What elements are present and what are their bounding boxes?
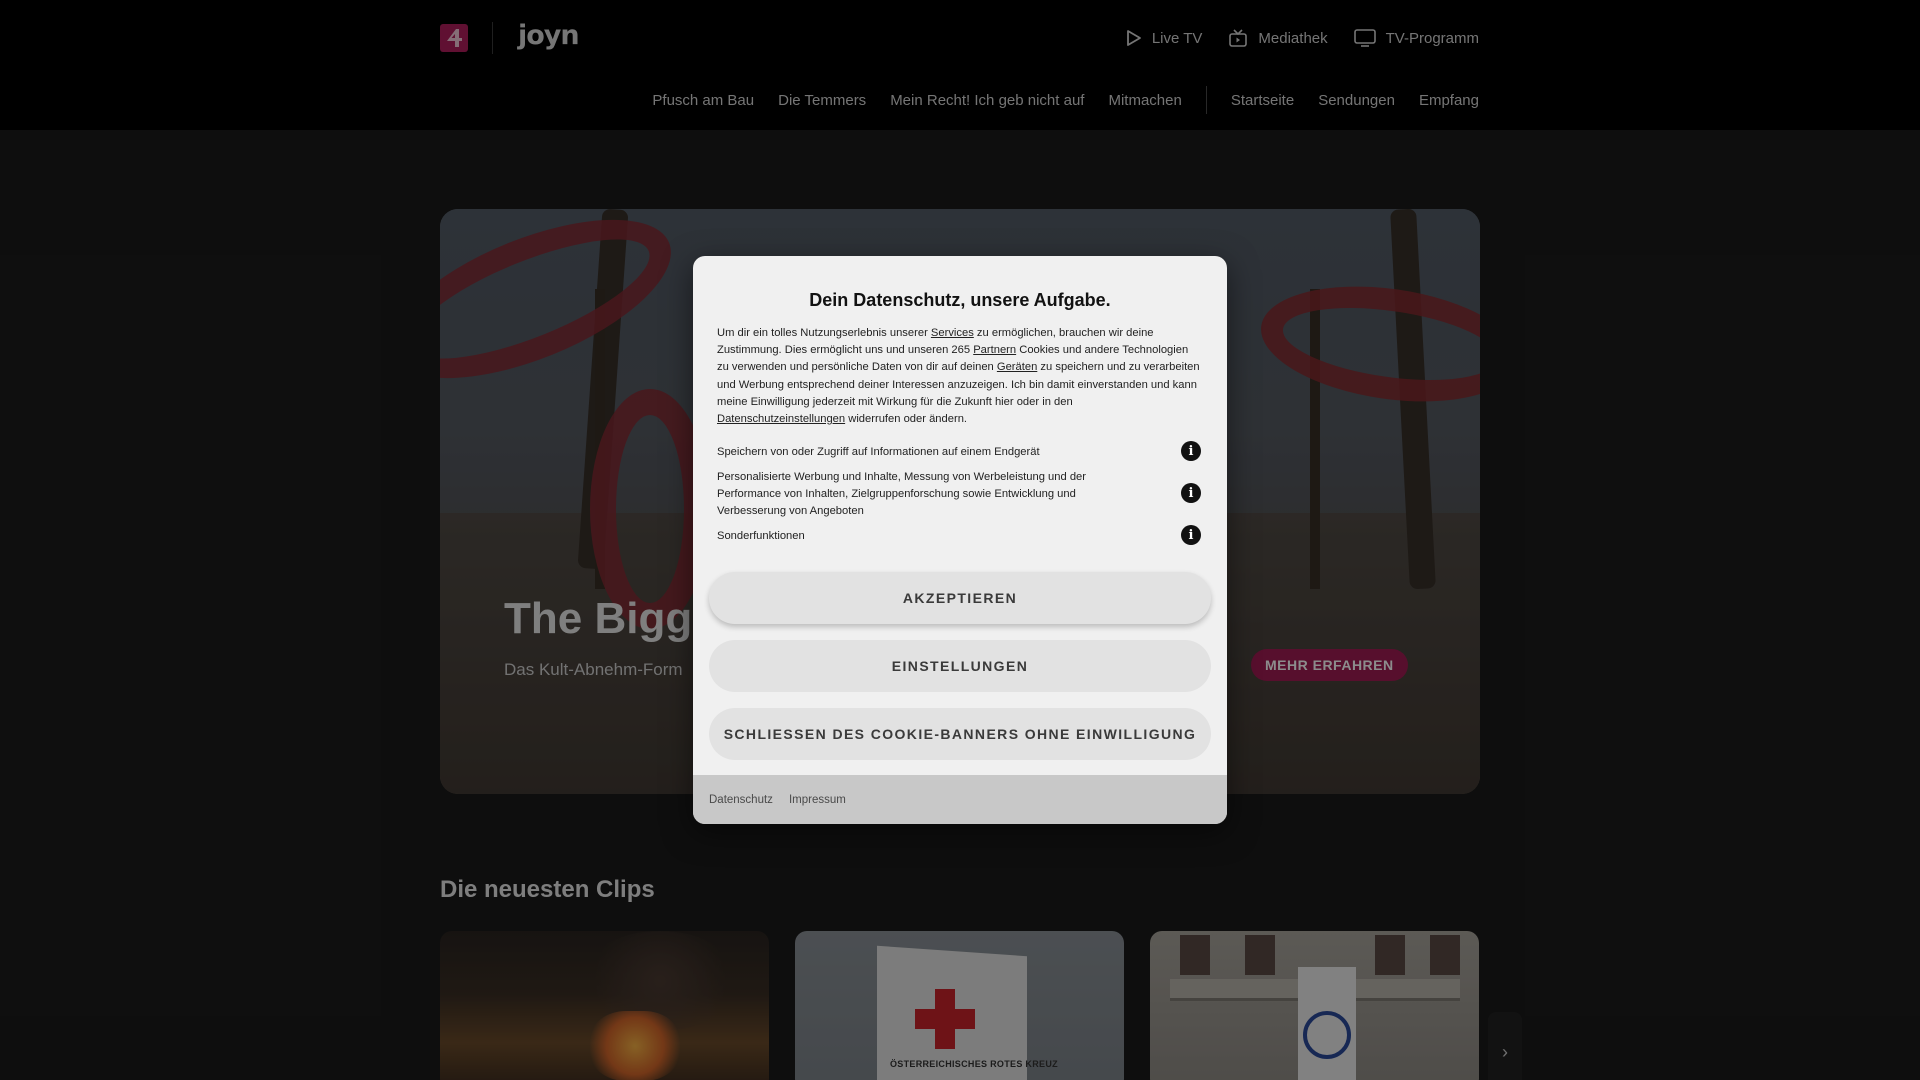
consent-body-text: Um dir ein tolles Nutzungserlebnis unser… [717, 325, 1203, 428]
info-icon[interactable]: i [1181, 483, 1201, 503]
purpose-storage: Speichern von oder Zugriff auf Informati… [717, 446, 1040, 458]
consent-text: Um dir ein tolles Nutzungserlebnis unser… [717, 327, 931, 339]
purpose-special-features: Sonderfunktionen [717, 530, 805, 542]
consent-text: widerrufen oder ändern. [845, 413, 968, 426]
devices-link[interactable]: Geräten [997, 361, 1037, 373]
impressum-link[interactable]: Impressum [789, 794, 846, 806]
info-icon[interactable]: i [1181, 441, 1201, 461]
info-icon[interactable]: i [1181, 525, 1201, 545]
settings-button[interactable]: EINSTELLUNGEN [709, 640, 1211, 692]
accept-button[interactable]: AKZEPTIEREN [709, 572, 1211, 624]
cookie-consent-dialog: Dein Datenschutz, unsere Aufgabe. Um dir… [693, 256, 1227, 824]
close-without-consent-button[interactable]: SCHLIESSEN DES COOKIE-BANNERS OHNE EINWI… [709, 708, 1211, 760]
consent-title: Dein Datenschutz, unsere Aufgabe. [809, 290, 1111, 310]
privacy-settings-link[interactable]: Datenschutzeinstellungen [717, 413, 845, 425]
consent-footer: Datenschutz Impressum [693, 775, 1227, 824]
services-link[interactable]: Services [931, 327, 974, 339]
partners-link[interactable]: Partnern [973, 344, 1016, 356]
datenschutz-link[interactable]: Datenschutz [709, 794, 773, 806]
purpose-personalized-ads: Personalisierte Werbung und Inhalte, Mes… [717, 471, 1086, 517]
